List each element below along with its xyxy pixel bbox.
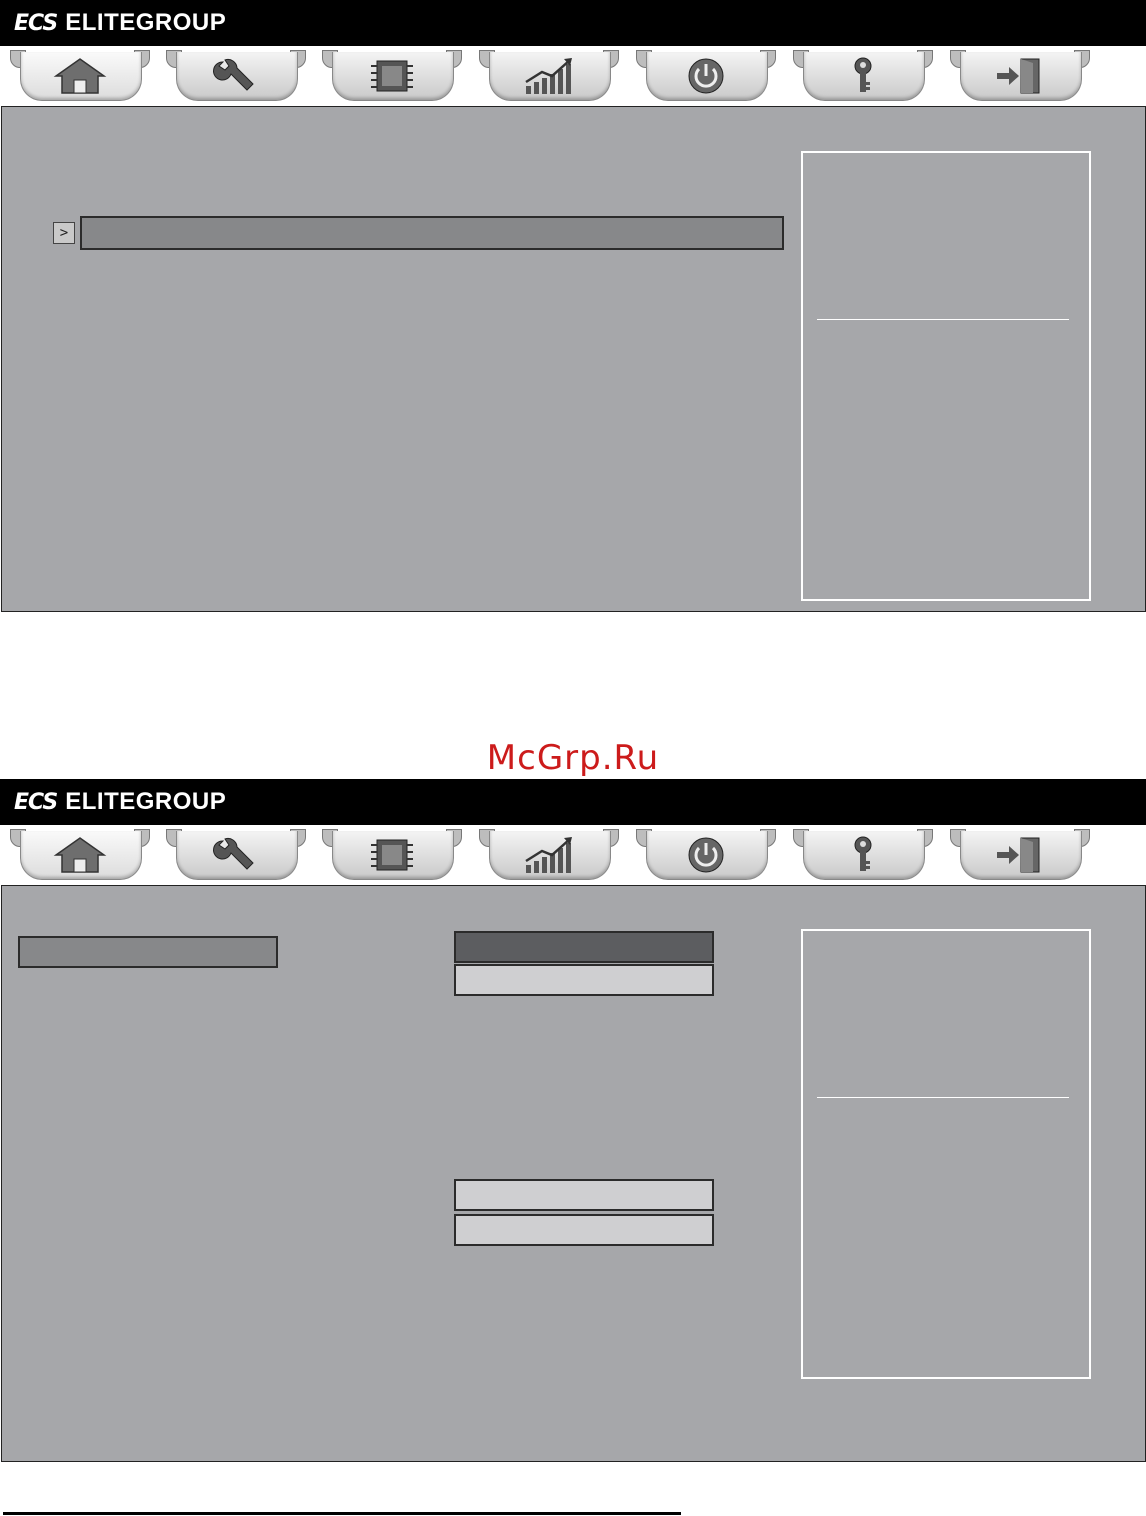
brand: ECS ELITEGROUP <box>14 785 226 819</box>
value-field[interactable] <box>454 1214 714 1246</box>
key-icon <box>833 56 893 96</box>
chart-icon <box>519 835 579 875</box>
help-panel <box>801 929 1091 1379</box>
power-icon <box>676 835 736 875</box>
tab-main[interactable] <box>10 829 150 883</box>
tab-advanced[interactable] <box>166 829 306 883</box>
title-bar: ECS ELITEGROUP <box>0 0 1146 46</box>
bios-screen-1: ECS ELITEGROUP > <box>0 0 1146 614</box>
tab-advanced[interactable] <box>166 50 306 104</box>
title-bar: ECS ELITEGROUP <box>0 779 1146 825</box>
tab-security[interactable] <box>793 829 933 883</box>
tab-chipset[interactable] <box>322 50 462 104</box>
main-panel <box>1 885 1146 1462</box>
selected-menu-item[interactable] <box>80 216 784 250</box>
selected-menu-item[interactable] <box>18 936 278 968</box>
brand: ECS ELITEGROUP <box>14 6 226 40</box>
help-divider <box>817 1097 1069 1098</box>
home-icon <box>50 56 110 96</box>
tab-security[interactable] <box>793 50 933 104</box>
help-panel <box>801 151 1091 601</box>
chip-icon <box>362 835 422 875</box>
bios-screen-2: ECS ELITEGROUP <box>0 779 1146 1464</box>
power-icon <box>676 56 736 96</box>
chart-icon <box>519 56 579 96</box>
tab-exit[interactable] <box>950 50 1090 104</box>
help-divider <box>817 319 1069 320</box>
key-icon <box>833 835 893 875</box>
watermark: McGrp.Ru <box>486 738 660 778</box>
value-field-active[interactable] <box>454 931 714 963</box>
tab-row <box>0 46 1146 106</box>
tab-mis[interactable] <box>479 50 619 104</box>
ecs-logo: ECS <box>14 10 58 36</box>
tab-boot[interactable] <box>636 50 776 104</box>
chip-icon <box>362 56 422 96</box>
tab-chipset[interactable] <box>322 829 462 883</box>
main-panel: > <box>1 106 1146 612</box>
brand-name: ELITEGROUP <box>65 788 227 815</box>
value-field[interactable] <box>454 964 714 996</box>
tab-main[interactable] <box>10 50 150 104</box>
tab-exit[interactable] <box>950 829 1090 883</box>
value-field[interactable] <box>454 1179 714 1211</box>
tab-row <box>0 825 1146 885</box>
submenu-arrow-icon: > <box>53 222 75 244</box>
home-icon <box>50 835 110 875</box>
ecs-logo: ECS <box>14 789 58 815</box>
brand-name: ELITEGROUP <box>65 9 227 36</box>
page-footer-rule <box>3 1512 681 1515</box>
exit-icon <box>990 56 1050 96</box>
tab-boot[interactable] <box>636 829 776 883</box>
exit-icon <box>990 835 1050 875</box>
wrench-icon <box>206 835 266 875</box>
tab-mis[interactable] <box>479 829 619 883</box>
wrench-icon <box>206 56 266 96</box>
